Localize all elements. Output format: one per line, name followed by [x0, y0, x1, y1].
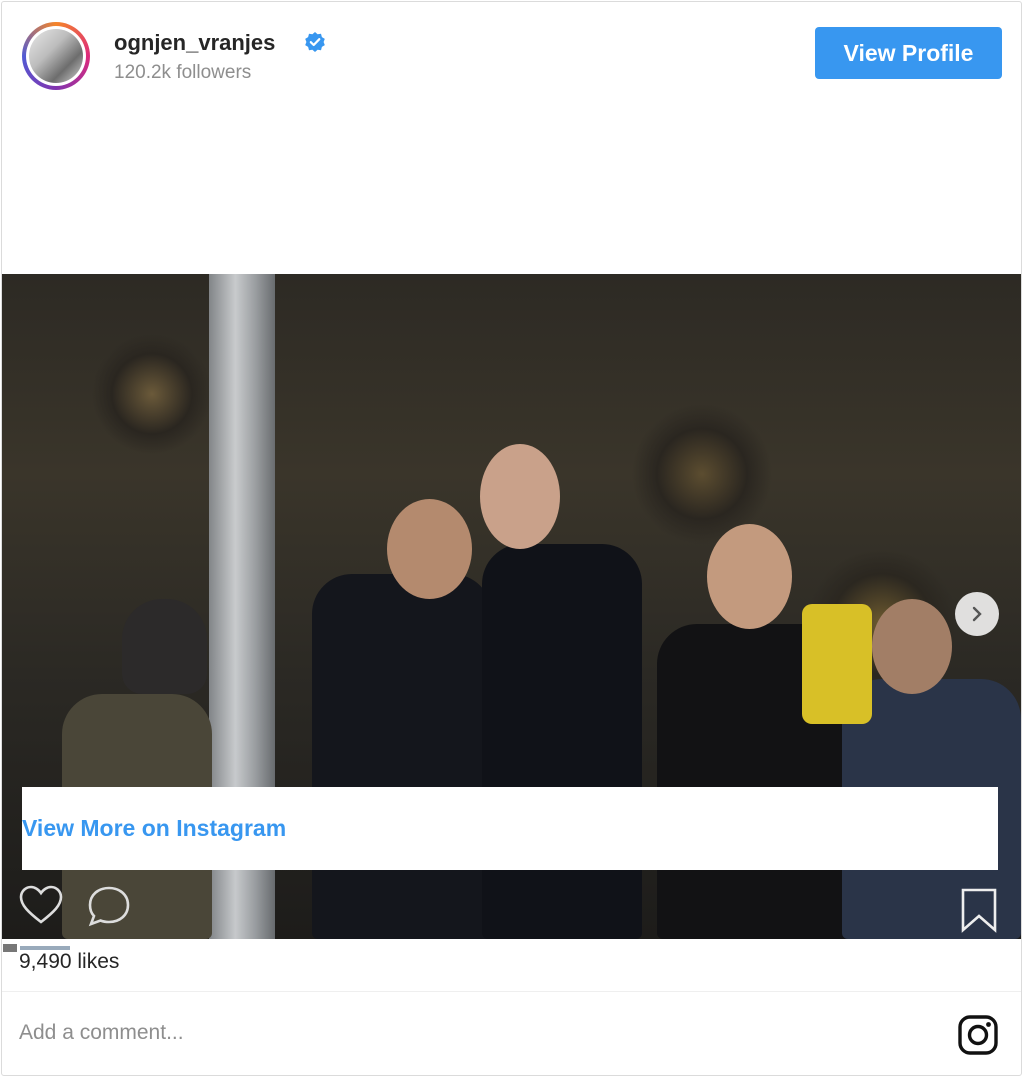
heart-icon[interactable] [18, 884, 64, 926]
embed-source-marker [2, 940, 72, 952]
bookmark-icon[interactable] [959, 886, 999, 934]
yellow-shirt [802, 604, 872, 724]
username[interactable]: ognjen_vranjes [114, 30, 275, 56]
view-more-overlay[interactable]: View More on Instagram [22, 787, 998, 870]
comment-input[interactable]: Add a comment... [19, 1021, 184, 1045]
person-head [480, 444, 560, 549]
divider [2, 991, 1021, 992]
comment-icon[interactable] [86, 884, 132, 928]
instagram-embed: ognjen_vranjes 120.2k followers View Pro… [1, 1, 1022, 1076]
view-profile-button[interactable]: View Profile [815, 27, 1002, 79]
person-figure [482, 544, 642, 939]
person-head [707, 524, 792, 629]
follower-count: 120.2k followers [114, 62, 252, 83]
next-photo-button[interactable] [955, 592, 999, 636]
like-count[interactable]: 9,490 likes [19, 950, 119, 974]
person-head [122, 599, 207, 694]
person-figure [312, 574, 492, 939]
instagram-icon[interactable] [957, 1014, 999, 1056]
avatar-image [29, 29, 83, 83]
person-head [387, 499, 472, 599]
view-more-link[interactable]: View More on Instagram [22, 815, 286, 842]
avatar[interactable] [22, 22, 90, 90]
post-header: ognjen_vranjes 120.2k followers View Pro… [2, 2, 1021, 112]
verified-badge-icon [305, 32, 325, 52]
post-photo[interactable]: View More on Instagram [2, 274, 1021, 939]
next-arrow-icon [972, 606, 982, 622]
person-head [872, 599, 952, 694]
